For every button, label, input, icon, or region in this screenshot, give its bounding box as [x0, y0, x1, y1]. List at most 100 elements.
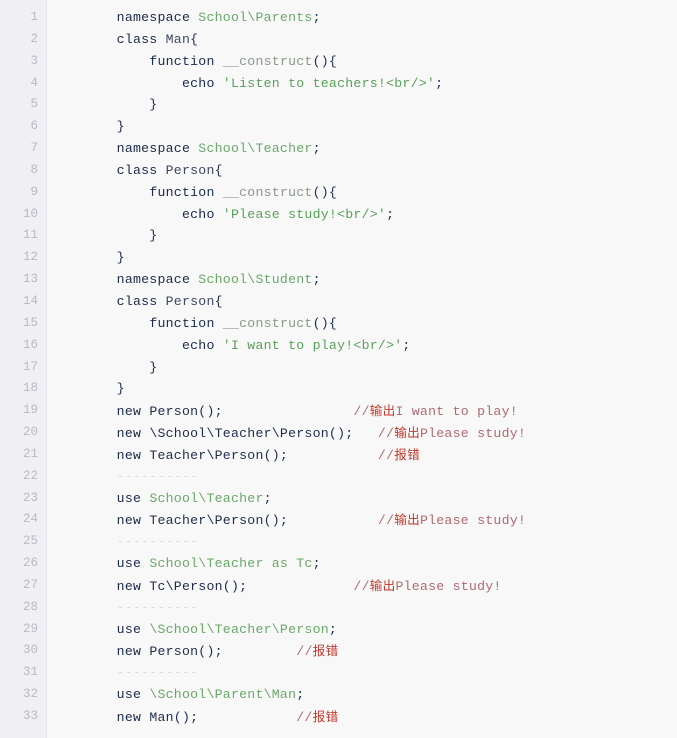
code-token-comment: I want to play!: [395, 404, 518, 420]
code-line[interactable]: ----------: [84, 466, 677, 488]
code-token-punct: ;: [312, 141, 321, 157]
code-token-plain: Man();: [149, 710, 199, 725]
code-line[interactable]: use School\Teacher as Tc;: [84, 553, 677, 575]
code-line[interactable]: namespace School\Student;: [84, 269, 677, 291]
code-line[interactable]: use \School\Parent\Man;: [84, 684, 677, 706]
code-line[interactable]: new Person(); //报错: [84, 640, 677, 662]
code-line[interactable]: new Teacher\Person(); //输出Please study!: [84, 509, 677, 531]
line-number: 31: [22, 665, 38, 680]
line-number: 26: [22, 556, 38, 571]
code-line[interactable]: new Man(); //报错: [84, 706, 677, 728]
code-line[interactable]: }: [84, 357, 677, 379]
code-line[interactable]: ----------: [84, 597, 677, 619]
code-token-plain: Tc\Person();: [149, 578, 248, 594]
code-token-comment: //: [353, 404, 370, 420]
code-line[interactable]: class Person{: [84, 160, 677, 182]
code-token-comment: //: [353, 578, 370, 594]
code-token-punct: (){: [312, 315, 338, 331]
code-token-class: Person: [165, 162, 215, 178]
line-number: 27: [22, 577, 38, 592]
code-token-keyword: use: [116, 687, 150, 703]
code-line[interactable]: new \School\Teacher\Person(); //输出Please…: [84, 422, 677, 444]
code-token-ns: \School\Parent\Man: [149, 687, 297, 703]
line-number: 1: [30, 10, 38, 24]
code-line[interactable]: use \School\Teacher\Person;: [84, 619, 677, 641]
code-line[interactable]: use School\Teacher;: [84, 488, 677, 510]
code-line[interactable]: new Tc\Person(); //输出Please study!: [84, 575, 677, 597]
code-token-punct: {: [214, 162, 223, 178]
code-content-area[interactable]: namespace School\Parents; class Man{ fun…: [47, 0, 677, 738]
code-line[interactable]: namespace School\Parents;: [84, 7, 677, 29]
code-token-ns: School\Parents: [198, 10, 313, 25]
code-token-plain: Person();: [149, 404, 223, 420]
code-token-keyword: namespace: [116, 141, 199, 157]
code-token-keyword: use: [116, 490, 150, 506]
code-line[interactable]: echo 'Listen to teachers!<br/>';: [84, 73, 677, 95]
code-line[interactable]: namespace School\Teacher;: [84, 138, 677, 160]
code-line[interactable]: class Man{: [84, 29, 677, 51]
code-line[interactable]: }: [84, 378, 677, 400]
code-token-comment: Please study!: [395, 578, 502, 594]
code-token-keyword: echo: [181, 75, 223, 91]
code-token-comment: //: [377, 426, 395, 442]
code-token-class: Person: [165, 293, 215, 309]
code-token-cjk: 报错: [312, 709, 339, 724]
code-line[interactable]: ----------: [84, 662, 677, 684]
code-token-ns: School\Teacher: [149, 490, 264, 506]
code-token-keyword: echo: [181, 337, 223, 353]
code-line[interactable]: function __construct(){: [84, 313, 677, 335]
code-line[interactable]: echo 'I want to play!<br/>';: [84, 335, 677, 357]
code-line[interactable]: ----------: [84, 531, 677, 553]
code-line[interactable]: class Person{: [84, 291, 677, 313]
code-token-punct: ;: [386, 206, 395, 222]
code-line[interactable]: }: [84, 116, 677, 138]
code-token-keyword: function: [149, 184, 223, 200]
line-number: 9: [30, 184, 38, 199]
line-number: 29: [22, 621, 38, 636]
code-token-cjk: 输出: [394, 512, 420, 528]
code-token-sep: ----------: [84, 534, 199, 550]
code-token-ns: School\Teacher: [149, 556, 264, 572]
code-token-punct: ;: [312, 10, 321, 25]
code-viewer[interactable]: 1 2 3 4 5 6 7 8 9 10 11 12 13 14 15 16 17 18 19 20 21 22 23 24 2…: [0, 0, 677, 738]
code-token-punct: ;: [296, 687, 305, 703]
code-token-ns: Tc: [296, 556, 313, 572]
code-token-comment: Please study!: [419, 513, 527, 529]
code-token-keyword: new: [116, 447, 150, 463]
line-number: 2: [30, 31, 38, 46]
line-number: 30: [22, 643, 38, 658]
code-token-punct: (){: [312, 184, 338, 200]
code-token-punct: {: [214, 293, 223, 309]
code-token-plain: \School\Teacher\Person();: [149, 426, 354, 442]
code-token-keyword: new: [116, 644, 150, 660]
code-line[interactable]: }: [84, 225, 677, 247]
code-token-cjk: 输出: [369, 577, 396, 593]
line-number: 8: [30, 162, 38, 177]
code-token-cjk: 输出: [394, 425, 420, 441]
code-line[interactable]: echo 'Please study!<br/>';: [84, 204, 677, 226]
code-token-string: 'Listen to teachers!<br/>': [222, 75, 436, 91]
code-line[interactable]: }: [84, 94, 677, 116]
code-line[interactable]: function __construct(){: [84, 182, 677, 204]
line-number: 33: [22, 709, 38, 723]
code-token-punct: }: [84, 359, 158, 375]
code-token-keyword: class: [116, 162, 166, 178]
code-line[interactable]: new Person(); //输出I want to play!: [84, 400, 677, 422]
code-line[interactable]: function __construct(){: [84, 51, 677, 73]
line-number: 24: [22, 512, 38, 527]
code-line[interactable]: new Teacher\Person(); //报错: [84, 444, 677, 466]
code-token-keyword: new: [116, 710, 150, 725]
line-number: 3: [30, 53, 38, 68]
code-line[interactable]: }: [84, 247, 677, 269]
